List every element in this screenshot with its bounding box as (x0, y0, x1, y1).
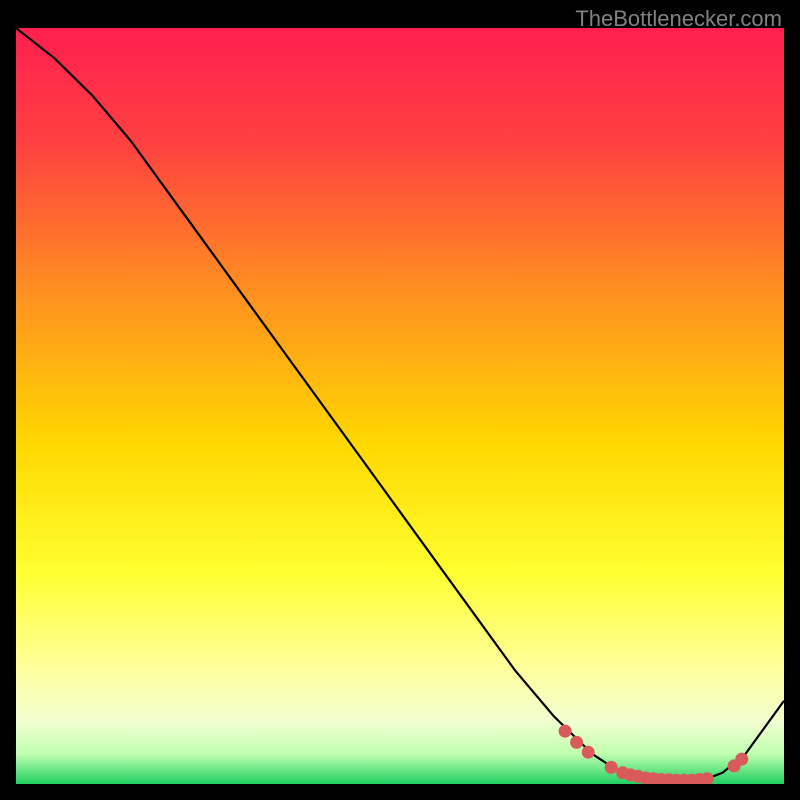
highlight-dot (728, 759, 741, 772)
highlight-dot (616, 766, 629, 779)
highlight-dot (701, 772, 714, 784)
highlight-dots-group (559, 725, 749, 784)
chart-svg (16, 28, 784, 784)
plot-area (16, 28, 784, 784)
highlight-dot (559, 725, 572, 738)
highlight-dot (624, 768, 637, 781)
highlight-dot (639, 772, 652, 785)
highlight-dot (632, 770, 645, 783)
highlight-dot (735, 753, 748, 766)
highlight-dot (693, 773, 706, 784)
highlight-dot (647, 772, 660, 784)
watermark-text: TheBottlenecker.com (575, 6, 782, 32)
highlight-dot (605, 761, 618, 774)
highlight-dot (570, 736, 583, 749)
highlight-dot (685, 774, 698, 784)
highlight-dot (670, 774, 683, 784)
gradient-background (16, 28, 784, 784)
bottleneck-curve (16, 28, 784, 780)
highlight-dot (662, 773, 675, 784)
highlight-dot (678, 774, 691, 784)
highlight-dot (655, 773, 668, 784)
highlight-dot (582, 746, 595, 759)
